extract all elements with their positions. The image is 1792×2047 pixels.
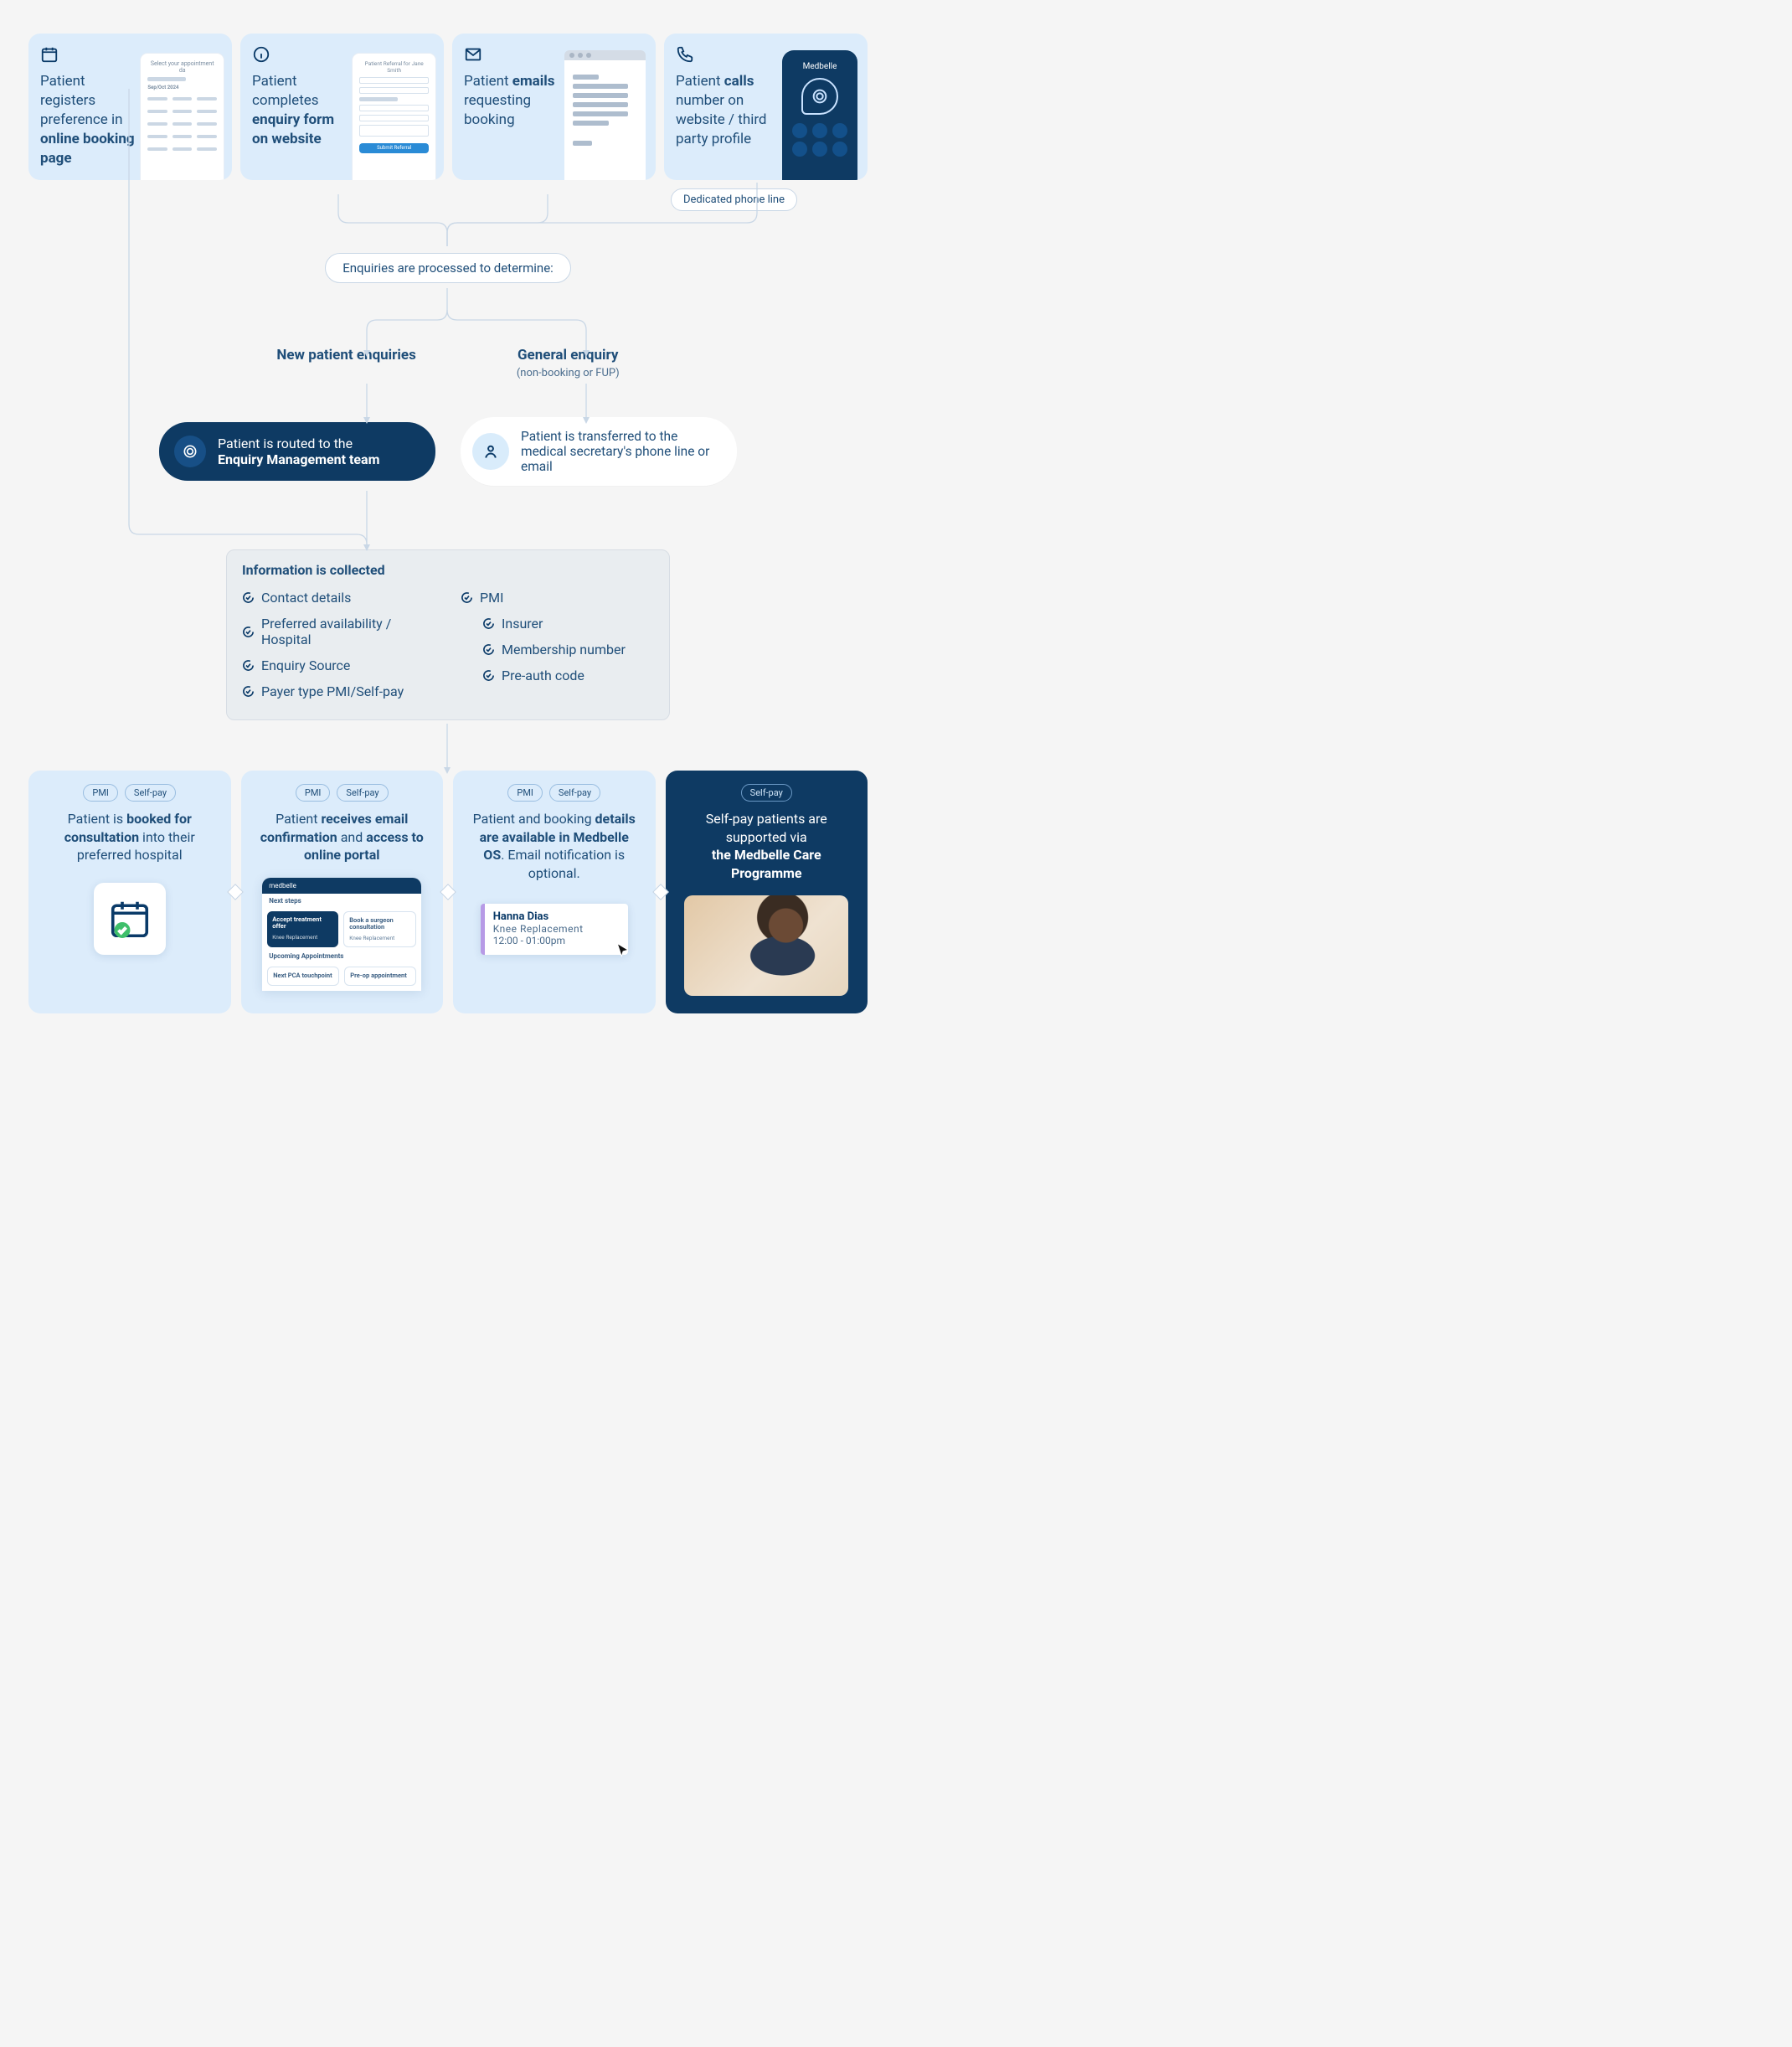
check-icon: [482, 669, 495, 682]
entry-text: Patient registers preference in online b…: [40, 72, 141, 168]
form-preview: Patient Referral for Jane Smith Submit R…: [353, 54, 435, 180]
medbelle-logo-icon: [174, 436, 206, 467]
outcome-care-programme: Self-pay Self-pay patients are supported…: [666, 771, 868, 1013]
pill-pmi: PMI: [507, 784, 543, 802]
outcome-portal: PMISelf-pay Patient receives email confi…: [241, 771, 444, 1013]
entry-card-email: Patient emails requesting booking: [452, 34, 656, 180]
check-icon: [242, 659, 255, 672]
connector-top: [28, 194, 868, 253]
phone-preview: Medbelle: [782, 50, 857, 180]
pill-selfpay: Self-pay: [549, 784, 600, 802]
pill-pmi: PMI: [296, 784, 331, 802]
connector-branches: [28, 288, 868, 364]
calendar-check-icon: [94, 883, 166, 955]
phone-icon: [676, 45, 694, 64]
entry-card-form: Patient completes enquiry form on websit…: [240, 34, 444, 180]
entry-card-booking: Patient registers preference in online b…: [28, 34, 232, 180]
pill-selfpay: Self-pay: [337, 784, 388, 802]
outcome-booked: PMISelf-pay Patient is booked for consul…: [28, 771, 231, 1013]
check-icon: [482, 643, 495, 656]
connector-route: [28, 384, 868, 429]
booking-preview: Select your appointment da Sep/Oct 2024: [141, 54, 224, 180]
entry-card-call: Patient calls number on website / third …: [664, 34, 868, 180]
check-icon: [461, 591, 473, 604]
check-icon: [242, 685, 255, 698]
pill-pmi: PMI: [83, 784, 118, 802]
connector-to-info: [28, 491, 868, 575]
email-preview: [564, 50, 646, 180]
support-photo: [684, 895, 848, 996]
cursor-icon: [615, 941, 631, 960]
entry-text: Patient emails requesting booking: [464, 72, 564, 130]
record-card: Hanna Dias Knee Replacement 12:00 - 01:0…: [481, 904, 628, 955]
info-icon: [252, 45, 270, 64]
pill-selfpay: Self-pay: [125, 784, 176, 802]
entry-text: Patient completes enquiry form on websit…: [252, 72, 353, 149]
route-enquiry-team: Patient is routed to theEnquiry Manageme…: [159, 422, 435, 481]
info-collected-panel: Information is collected Contact details…: [226, 549, 670, 720]
entry-cards-row: Patient registers preference in online b…: [28, 34, 868, 180]
person-icon: [472, 433, 509, 470]
outcome-medbelle-os: PMISelf-pay Patient and booking details …: [453, 771, 656, 1013]
portal-preview: medbelle Next steps Accept treatment off…: [262, 878, 421, 991]
entry-text: Patient calls number on website / third …: [676, 72, 776, 149]
process-chip: Enquiries are processed to determine:: [325, 253, 571, 283]
check-icon: [242, 591, 255, 604]
calendar-icon: [40, 45, 59, 64]
pill-selfpay: Self-pay: [741, 784, 792, 802]
check-icon: [482, 617, 495, 630]
check-icon: [242, 626, 255, 638]
mail-icon: [464, 45, 482, 64]
